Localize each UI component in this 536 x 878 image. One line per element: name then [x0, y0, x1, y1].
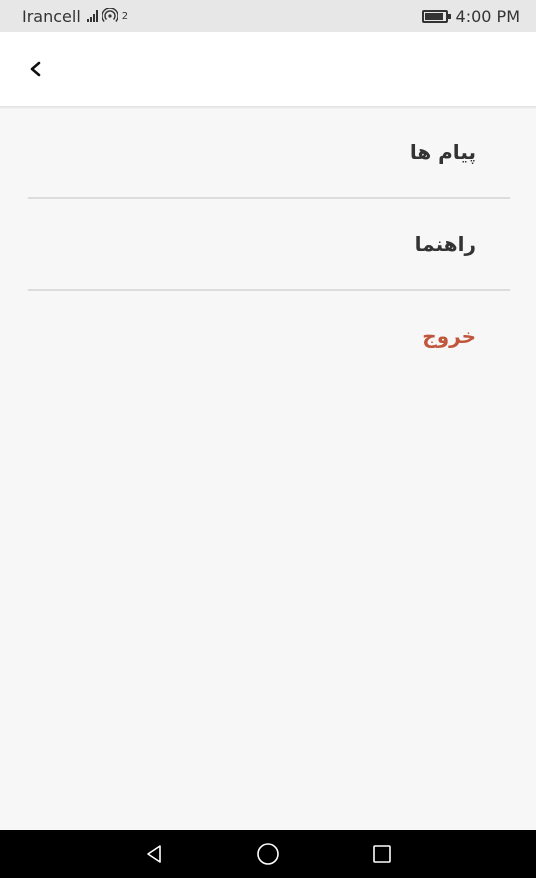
back-triangle-icon	[147, 845, 161, 863]
carrier-name: Irancell	[22, 6, 81, 26]
status-left: Irancell 2	[22, 7, 128, 26]
recents-square-icon	[373, 845, 391, 863]
status-bar: Irancell 2 4:00 PM	[0, 0, 536, 32]
wifi-hotspot-icon	[101, 8, 118, 24]
status-right: 4:00 PM	[421, 6, 520, 26]
system-nav-bar	[0, 830, 536, 878]
nav-back-button[interactable]	[136, 836, 172, 872]
menu-item-logout[interactable]: خروج	[0, 291, 536, 381]
app-bar	[0, 32, 536, 107]
back-button[interactable]	[18, 51, 54, 87]
wifi-superscript: 2	[121, 10, 129, 22]
home-circle-icon	[257, 843, 279, 865]
nav-recents-button[interactable]	[364, 836, 400, 872]
menu-item-label: راهنما	[414, 232, 476, 256]
battery-icon	[421, 9, 451, 23]
menu-item-help[interactable]: راهنما	[0, 199, 536, 289]
menu-item-label: خروج	[422, 324, 476, 348]
menu-list: پیام ها راهنما خروج	[0, 107, 536, 381]
chevron-left-icon	[30, 61, 41, 77]
menu-item-messages[interactable]: پیام ها	[0, 107, 536, 197]
signal-icon	[86, 10, 98, 22]
menu-item-label: پیام ها	[409, 140, 476, 164]
status-time: 4:00 PM	[455, 6, 520, 26]
nav-home-button[interactable]	[250, 836, 286, 872]
